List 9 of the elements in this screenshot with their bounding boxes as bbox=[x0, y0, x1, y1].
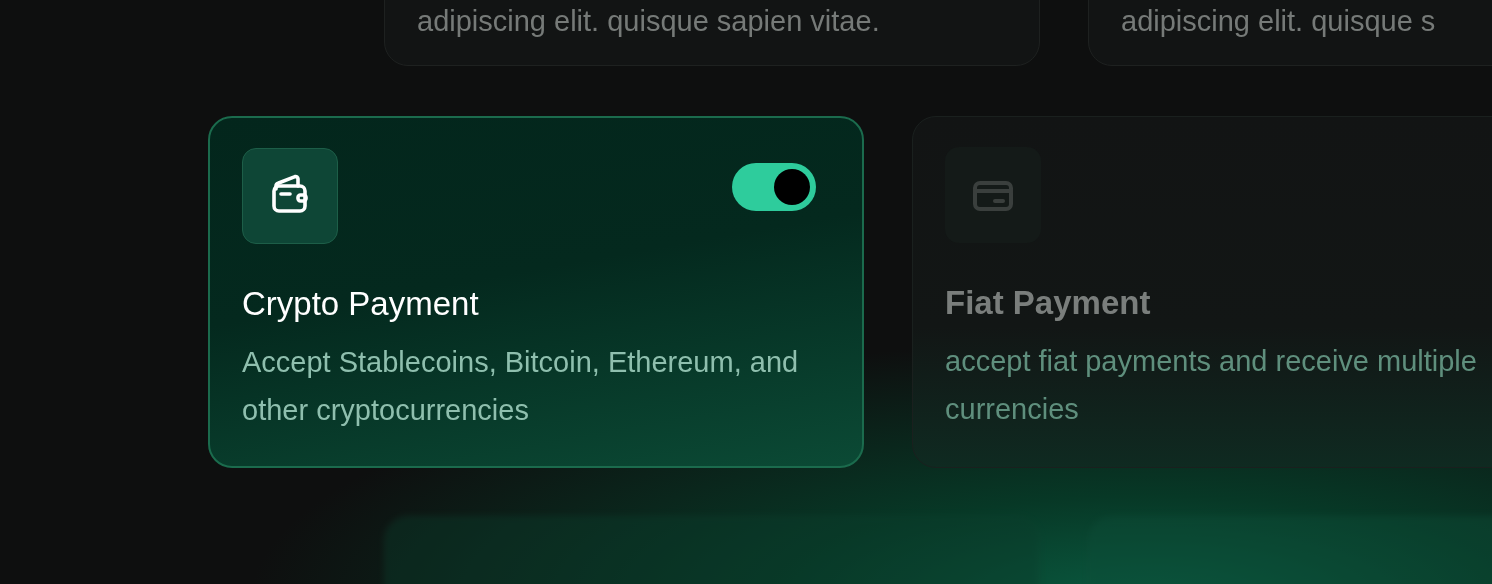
payment-card[interactable]: Crypto Payment Accept Stablecoins, Bitcoin, Ethereum, and other cryptocurrencies bbox=[208, 116, 864, 468]
card-description: adipiscing elit. quisque s bbox=[1121, 4, 1437, 39]
card-description: Accept Stablecoins, Bitcoin, Ethereum, and other cryptocurrencies bbox=[242, 345, 800, 428]
card-description: adipiscing elit. quisque sapien vitae. bbox=[417, 4, 881, 39]
card-description: accept fiat payments and receive multiple currencies bbox=[945, 344, 1478, 427]
payment-card[interactable]: Fiat Payment accept fiat payments and receive multiple currencies bbox=[912, 116, 1492, 468]
toggle-switch[interactable] bbox=[732, 163, 816, 211]
card-title: Crypto Payment bbox=[242, 284, 480, 324]
card-title: Fiat Payment bbox=[945, 283, 1152, 323]
